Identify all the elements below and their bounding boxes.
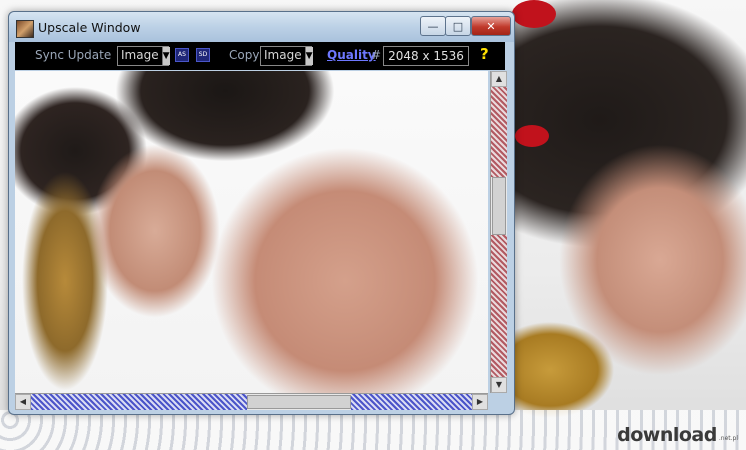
image-select-2-value: Image [264,48,302,62]
save-icon[interactable]: SD [196,48,210,62]
app-icon [16,20,34,38]
image-select-1[interactable]: Image ▼ [117,46,170,66]
minimize-button[interactable]: — [420,16,446,36]
watermark-suffix: .net.pl [718,435,738,442]
close-button[interactable]: ✕ [471,16,511,36]
as-icon[interactable]: AS [175,48,189,62]
upscaled-image-view[interactable] [15,71,488,393]
toolbar: Sync Update Image ▼ AS SD Copy Image ▼ Q… [15,42,505,70]
red-ornament [515,125,549,147]
scroll-track[interactable] [491,235,507,377]
upscale-window: Upscale Window — □ ✕ Sync Update Image ▼… [8,11,515,415]
resolution-field[interactable]: 2048 x 1536 [383,46,469,66]
horizontal-scroll-thumb[interactable] [247,395,351,409]
image-select-2[interactable]: Image ▼ [260,46,313,66]
red-ornament [512,0,556,28]
scroll-right-arrow-icon[interactable]: ▶ [472,394,488,410]
maximize-button[interactable]: □ [445,16,471,36]
watermark-brand: download [617,424,717,446]
chevron-down-icon: ▼ [161,47,170,65]
scroll-up-arrow-icon[interactable]: ▲ [491,71,507,87]
copy-button[interactable]: Copy [229,48,259,62]
scroll-track[interactable] [491,87,507,177]
scroll-track[interactable] [351,394,472,410]
chevron-down-icon: ▼ [304,47,313,65]
scroll-down-arrow-icon[interactable]: ▼ [491,377,507,393]
vertical-scroll-thumb[interactable] [492,177,506,235]
image-select-1-value: Image [121,48,159,62]
minimize-icon: — [427,19,439,33]
quality-link[interactable]: Quality [327,48,376,62]
scroll-left-arrow-icon[interactable]: ◀ [15,394,31,410]
help-icon[interactable]: ? [480,45,489,63]
title-bar[interactable]: Upscale Window — □ ✕ [9,12,514,42]
vertical-scrollbar[interactable]: ▲ ▼ [490,71,507,393]
scroll-track[interactable] [31,394,247,410]
close-icon: ✕ [486,19,496,33]
horizontal-scrollbar[interactable]: ◀ ▶ [15,393,488,410]
sync-update-button[interactable]: Sync Update [35,48,111,62]
window-title: Upscale Window [38,20,141,35]
maximize-icon: □ [452,19,464,33]
download-watermark: download .net.pl [617,420,738,446]
hash-label: # [371,48,382,62]
